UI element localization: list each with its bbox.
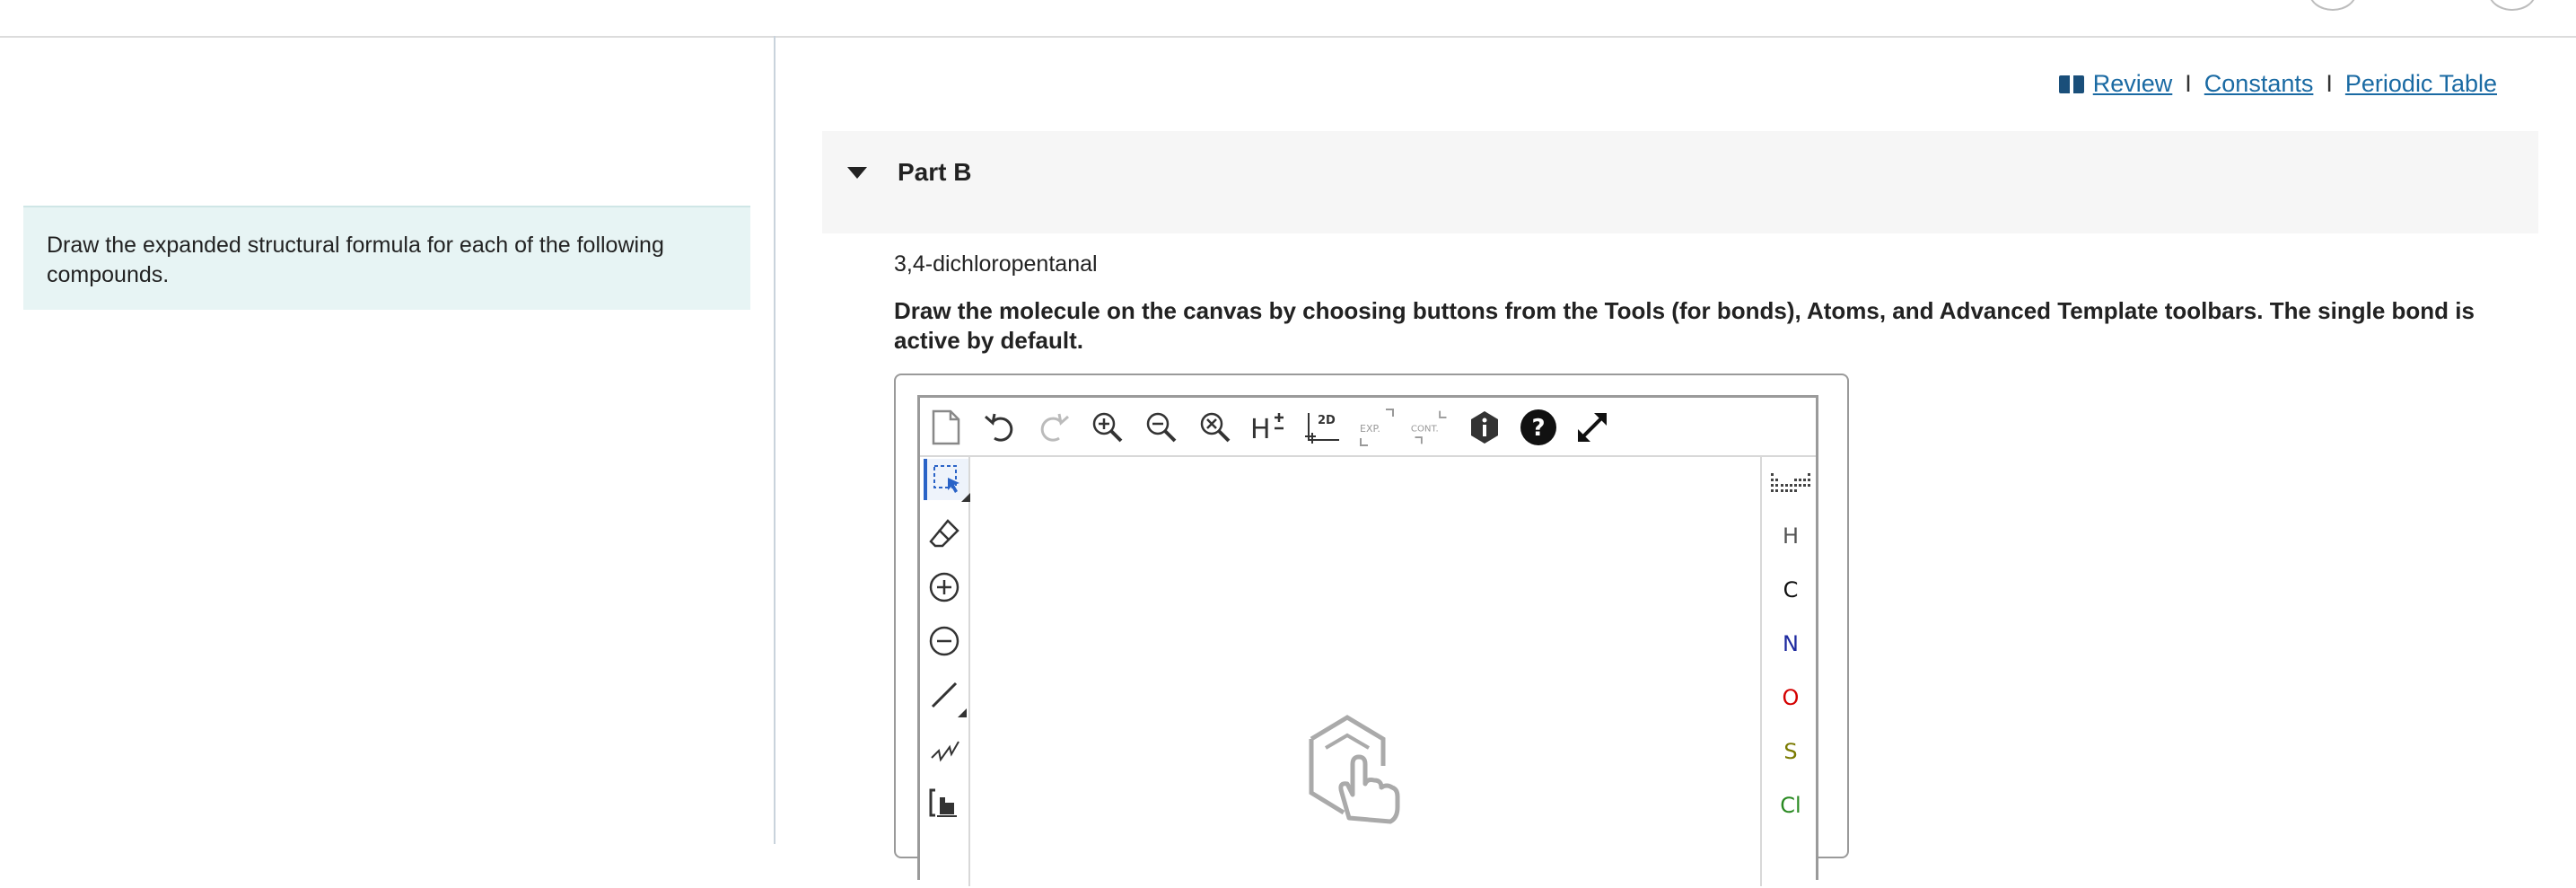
undo-icon[interactable] [979,407,1021,448]
atom-button-n[interactable]: N [1762,631,1819,656]
caret-down-icon[interactable] [847,167,867,179]
atom-button-c[interactable]: C [1762,577,1819,602]
link-separator: I [2326,70,2333,97]
eraser-icon[interactable] [924,513,965,554]
atom-button-s[interactable]: S [1762,739,1819,764]
compound-name: 3,4-dichloropentanal [894,251,1098,277]
instruction-box: Draw the expanded structural formula for… [23,206,750,310]
book-icon [2058,75,2084,93]
clean-2d-label: 2D [1318,414,1336,427]
atom-button-cl[interactable]: Cl [1762,793,1819,818]
panel-divider [774,36,775,844]
atom-button-h[interactable]: H [1762,523,1819,549]
select-tool-icon[interactable] [924,459,970,502]
hydrogen-label: H [1250,414,1271,445]
hydrogen-toggle-icon[interactable]: H [1249,407,1290,448]
single-bond-icon[interactable] [924,674,967,717]
new-document-icon[interactable] [925,407,967,448]
touch-hand-icon [1309,715,1400,824]
positive-charge-icon[interactable] [924,567,965,608]
periodic-table-link[interactable]: Periodic Table [2345,70,2497,98]
top-circle-button[interactable] [2488,0,2537,11]
submenu-corner-icon [961,493,970,502]
drawing-directions: Draw the molecule on the canvas by choos… [894,297,2475,354]
top-circle-button[interactable] [2309,0,2357,11]
expand-label: EXP. [1360,423,1380,435]
resource-links: Review I Constants I Periodic Table [2058,70,2497,98]
top-toolbar: H 2D EXP. CONT. ? [920,398,1816,457]
chain-tool-icon[interactable] [924,728,965,769]
editor-frame: H 2D EXP. CONT. ? H C N O S Cl [917,395,1818,888]
expand-icon[interactable]: EXP. [1356,407,1398,448]
contract-label: CONT. [1411,425,1439,435]
atom-toolbar: H C N O S Cl [1760,455,1819,886]
bracket-tool-icon[interactable] [924,782,965,823]
info-icon[interactable] [1464,407,1505,448]
fullscreen-icon[interactable] [1572,407,1613,448]
drawing-canvas[interactable] [970,457,1758,888]
zoom-reset-icon[interactable] [1195,407,1236,448]
atom-button-o[interactable]: O [1762,685,1819,710]
help-icon[interactable]: ? [1518,407,1559,448]
svg-text:?: ? [1531,415,1545,442]
top-bar [0,0,2576,38]
constants-link[interactable]: Constants [2204,70,2314,98]
instruction-text: Draw the expanded structural formula for… [47,233,664,287]
zoom-in-icon[interactable] [1087,407,1128,448]
part-header[interactable]: Part B [822,131,2538,233]
redo-icon[interactable] [1033,407,1074,448]
clean-2d-icon[interactable]: 2D [1302,407,1344,448]
review-link[interactable]: Review [2093,70,2173,98]
molecule-editor: H 2D EXP. CONT. ? H C N O S Cl [894,374,1849,888]
contract-icon[interactable]: CONT. [1410,407,1451,448]
zoom-out-icon[interactable] [1141,407,1182,448]
part-title: Part B [898,158,972,186]
submenu-corner-icon [958,708,967,717]
link-separator: I [2185,70,2192,97]
periodic-table-icon[interactable] [1771,470,1810,495]
negative-charge-icon[interactable] [924,620,965,662]
left-toolbar [920,455,970,886]
